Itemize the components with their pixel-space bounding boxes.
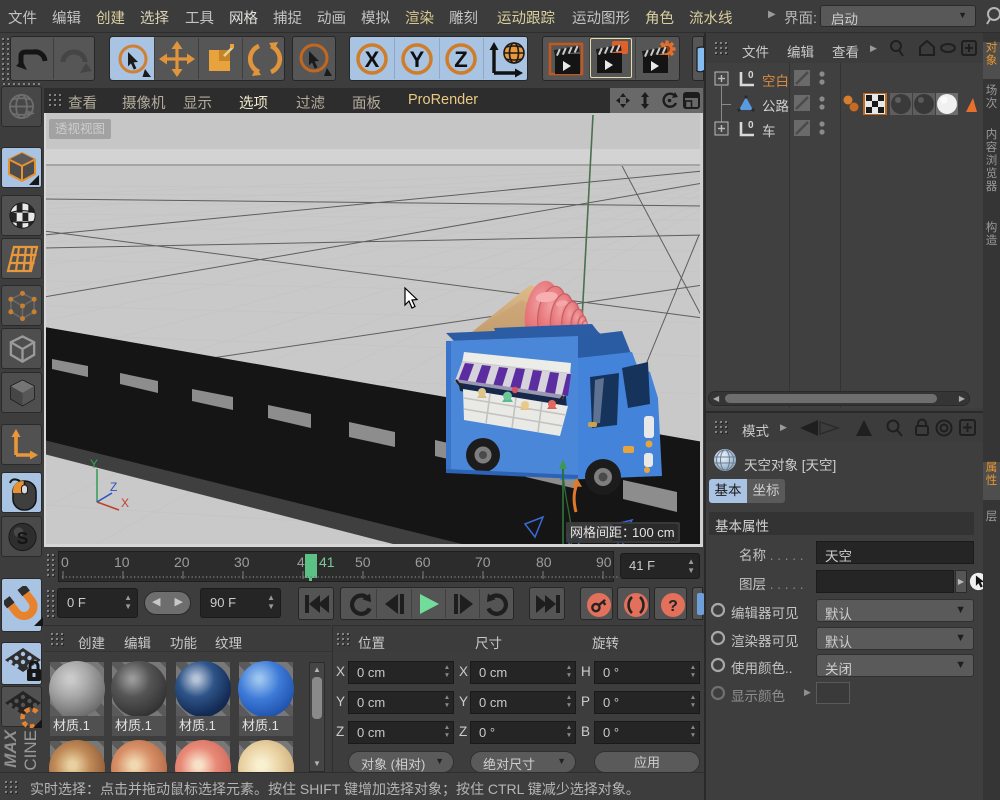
svg-text:Z: Z xyxy=(454,47,467,72)
svg-text:50: 50 xyxy=(355,554,371,570)
svg-text:80: 80 xyxy=(536,554,552,570)
svg-text:0: 0 xyxy=(61,554,69,570)
svg-text:70: 70 xyxy=(475,554,491,570)
svg-text:90: 90 xyxy=(596,554,612,570)
svg-text:30: 30 xyxy=(234,554,250,570)
svg-text:20: 20 xyxy=(174,554,190,570)
svg-text:4: 4 xyxy=(297,554,305,570)
svg-text:?: ? xyxy=(668,598,678,615)
svg-text:10: 10 xyxy=(114,554,130,570)
svg-text:网格间距：: 网格间距： xyxy=(570,525,635,540)
svg-text:Y: Y xyxy=(410,47,425,72)
svg-text:0: 0 xyxy=(748,70,754,81)
svg-text:Y: Y xyxy=(90,457,98,471)
svg-text:S: S xyxy=(17,528,29,548)
svg-text:41: 41 xyxy=(319,554,335,570)
svg-text:透视视图: 透视视图 xyxy=(55,121,105,136)
svg-text:X: X xyxy=(121,496,129,510)
svg-text:0: 0 xyxy=(748,120,754,131)
svg-text:60: 60 xyxy=(415,554,431,570)
svg-text:Z: Z xyxy=(110,480,117,494)
svg-text:X: X xyxy=(365,47,380,72)
svg-text:100 cm: 100 cm xyxy=(632,525,675,540)
